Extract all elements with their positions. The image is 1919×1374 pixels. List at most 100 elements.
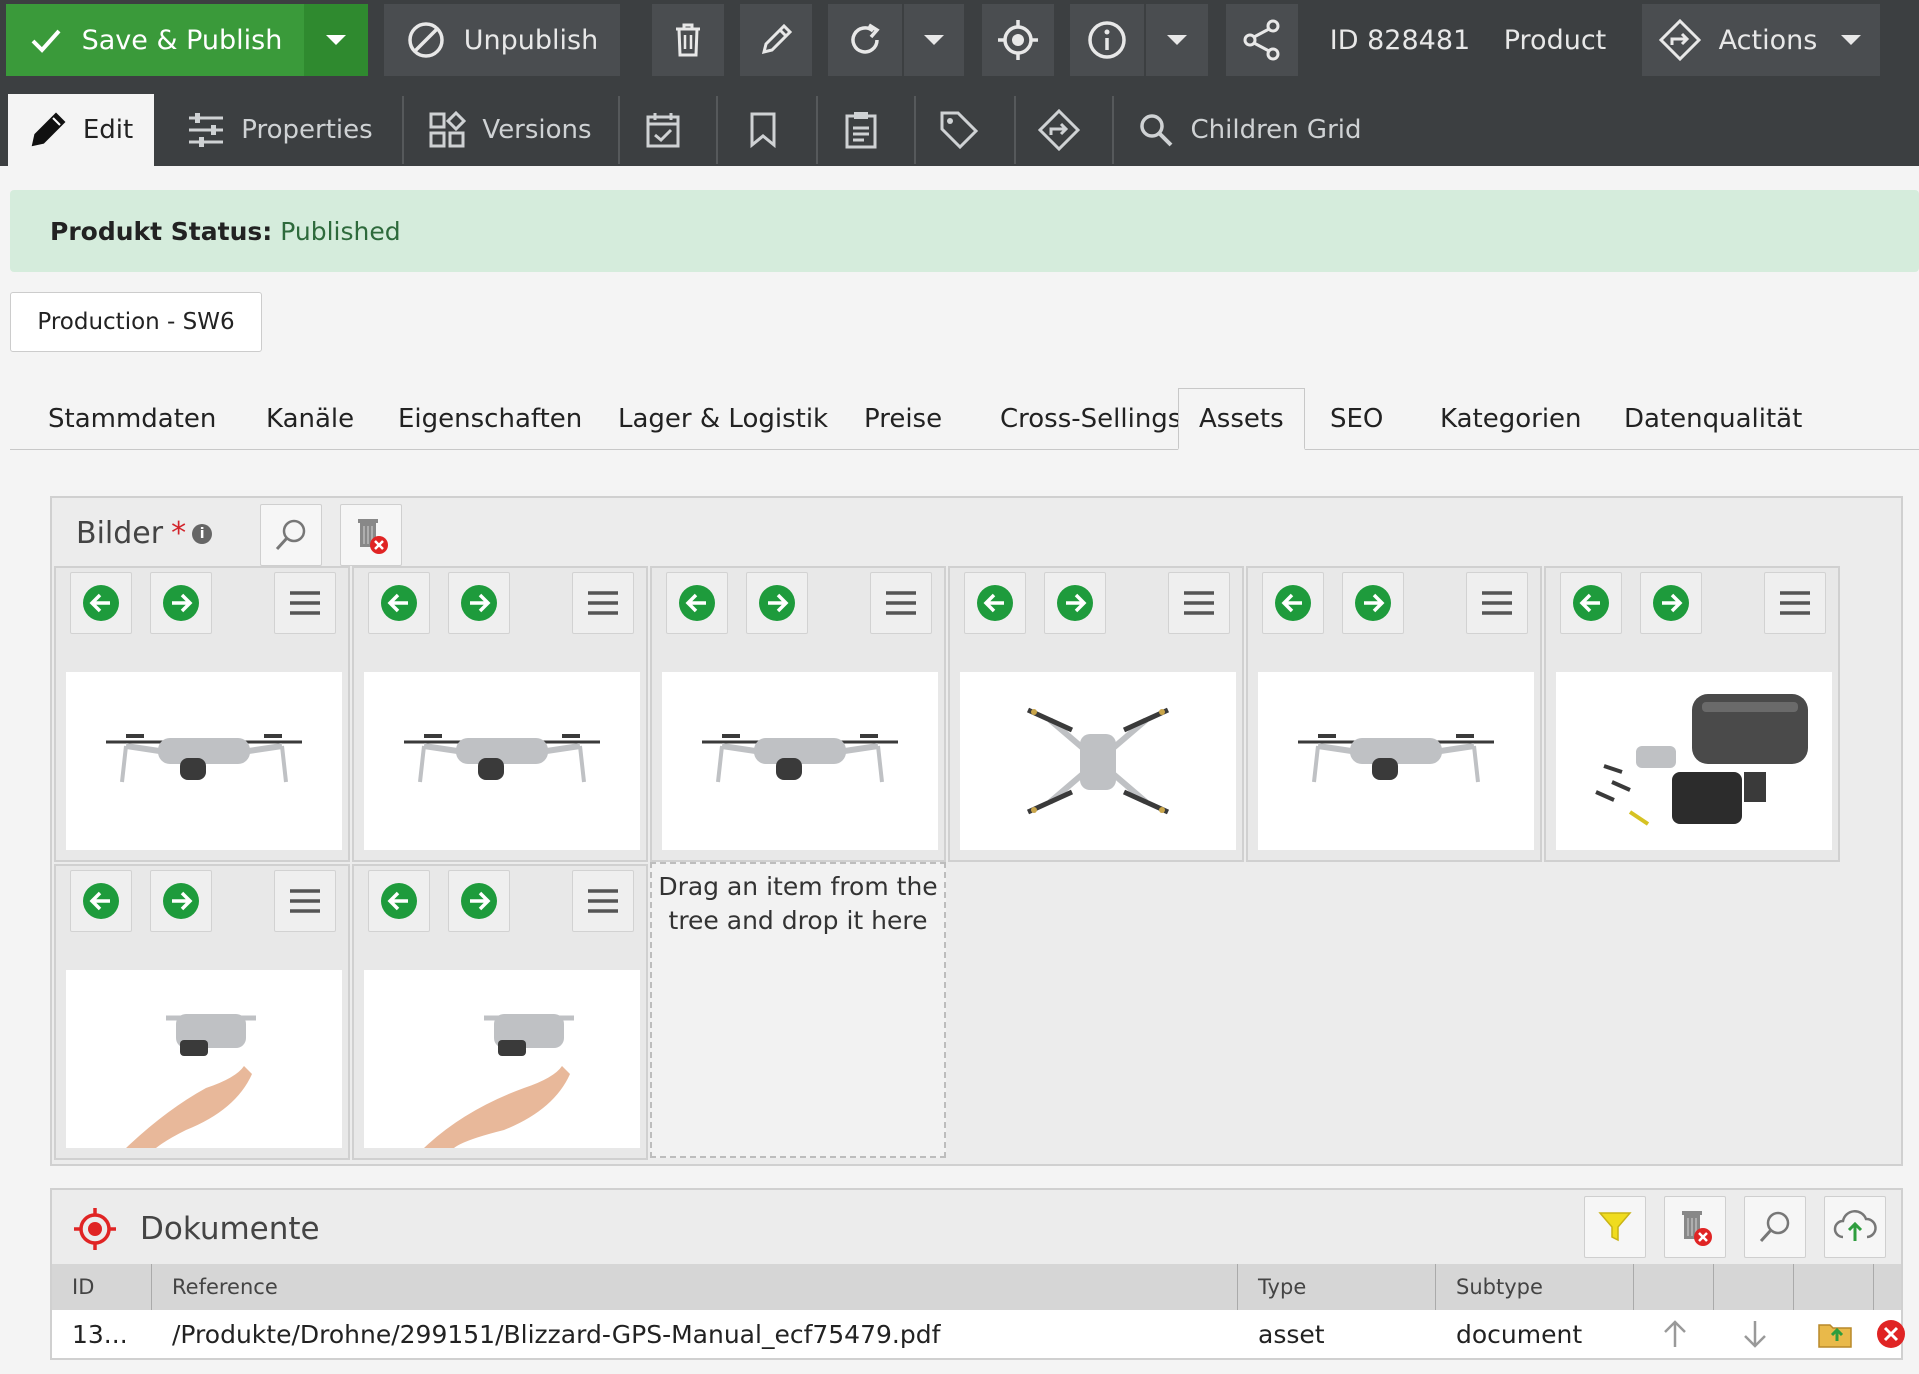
image-menu-button[interactable] [1168,572,1230,634]
move-left-button[interactable] [368,870,430,932]
move-left-button[interactable] [368,572,430,634]
move-right-button[interactable] [1342,572,1404,634]
image-menu-button[interactable] [1466,572,1528,634]
move-left-button[interactable] [70,870,132,932]
tab-assets[interactable]: Assets [1178,388,1305,450]
rename-button[interactable] [740,4,812,76]
main-toolbar: Save & Publish Unpublish ID 828481 Produ… [0,0,1919,82]
image-menu-button[interactable] [274,870,336,932]
move-left-button[interactable] [964,572,1026,634]
image-tile[interactable] [650,566,946,862]
move-right-button[interactable] [448,572,510,634]
locate-in-tree-button[interactable] [982,4,1054,76]
tab-datenqualitaet[interactable]: Datenqualität [1604,388,1822,450]
reload-options-dropdown[interactable] [904,4,964,76]
tab-eigenschaften[interactable]: Eigenschaften [378,388,602,450]
move-left-button[interactable] [70,572,132,634]
column-header-reference[interactable]: Reference [152,1264,1238,1310]
info-icon[interactable]: i [192,523,213,544]
move-up-button[interactable] [1636,1310,1714,1358]
tab-preise[interactable]: Preise [844,388,962,450]
move-right-button[interactable] [1044,572,1106,634]
tab-stammdaten[interactable]: Stammdaten [28,388,236,450]
tab-versions-label: Versions [482,115,592,145]
move-left-button[interactable] [1262,572,1324,634]
site-selector-button[interactable]: Production - SW6 [10,292,262,352]
info-button[interactable] [1070,4,1144,76]
image-tile[interactable] [1544,566,1840,862]
tab-edit-label: Edit [82,115,134,145]
image-thumbnail[interactable] [66,672,342,850]
move-right-button[interactable] [1640,572,1702,634]
column-header-type[interactable]: Type [1238,1264,1436,1310]
search-asset-button[interactable] [260,504,322,566]
tab-lager-logistik[interactable]: Lager & Logistik [598,388,848,450]
move-right-button[interactable] [150,572,212,634]
image-tile[interactable] [352,566,648,862]
image-menu-button[interactable] [572,870,634,932]
object-id-text: ID 828481 [1329,24,1471,56]
image-thumbnail[interactable] [1556,672,1832,850]
tab-edit[interactable]: Edit [8,94,154,166]
tab-separator [1014,96,1016,164]
documents-grid-header: ID Reference Type Subtype [52,1264,1901,1310]
clear-documents-button[interactable] [1664,1196,1726,1258]
move-down-button[interactable] [1716,1310,1794,1358]
move-right-button[interactable] [746,572,808,634]
image-thumbnail[interactable] [364,970,640,1148]
image-tile[interactable] [54,864,350,1160]
actions-menu-button[interactable]: Actions [1642,4,1880,76]
table-row[interactable]: 13... /Produkte/Drohne/299151/Blizzard-G… [52,1310,1905,1358]
upload-document-button[interactable] [1824,1196,1886,1258]
save-options-dropdown[interactable] [304,4,368,76]
image-thumbnail[interactable] [960,672,1236,850]
tab-kategorien[interactable]: Kategorien [1420,388,1602,450]
tab-tags[interactable] [922,94,996,166]
image-tile[interactable] [1246,566,1542,862]
info-options-dropdown[interactable] [1146,4,1208,76]
remove-row-button[interactable] [1876,1310,1906,1358]
tab-notes[interactable] [824,94,898,166]
clear-images-button[interactable] [340,504,402,566]
dokumente-title: Dokumente [72,1206,320,1252]
clipboard-icon [845,112,877,149]
tab-children-grid[interactable]: Children Grid [1130,94,1370,166]
move-right-button[interactable] [448,870,510,932]
tab-seo[interactable]: SEO [1310,388,1403,450]
share-button[interactable] [1226,4,1298,76]
reload-button[interactable] [828,4,902,76]
tab-bookmark[interactable] [726,94,800,166]
chevron-down-icon [1841,35,1862,45]
tab-schedule[interactable] [626,94,700,166]
tab-workflow[interactable] [1022,94,1096,166]
save-publish-button[interactable]: Save & Publish [6,4,304,76]
open-folder-button[interactable] [1796,1310,1874,1358]
tab-kanaele[interactable]: Kanäle [246,388,374,450]
image-thumbnail[interactable] [662,672,938,850]
tab-cross-sellings[interactable]: Cross-Sellings [980,388,1201,450]
image-thumbnail[interactable] [364,672,640,850]
move-left-button[interactable] [666,572,728,634]
image-dropzone[interactable]: Drag an item from the tree and drop it h… [650,862,946,1158]
image-menu-button[interactable] [1764,572,1826,634]
filter-button[interactable] [1584,1196,1646,1258]
delete-button[interactable] [652,4,724,76]
tab-versions[interactable]: Versions [420,94,600,166]
pencil-icon [761,23,793,55]
image-menu-button[interactable] [572,572,634,634]
image-tile[interactable] [54,566,350,862]
image-menu-button[interactable] [870,572,932,634]
image-tile[interactable] [948,566,1244,862]
image-thumbnail[interactable] [66,970,342,1148]
move-right-button[interactable] [150,870,212,932]
column-header-id[interactable]: ID [52,1264,152,1310]
editor-tabbar: Edit Properties Versions Children Grid [0,82,1919,166]
search-document-button[interactable] [1744,1196,1806,1258]
image-menu-button[interactable] [274,572,336,634]
column-header-subtype[interactable]: Subtype [1436,1264,1634,1310]
image-thumbnail[interactable] [1258,672,1534,850]
tab-properties[interactable]: Properties [180,94,380,166]
move-left-button[interactable] [1560,572,1622,634]
unpublish-button[interactable]: Unpublish [384,4,620,76]
image-tile[interactable] [352,864,648,1160]
